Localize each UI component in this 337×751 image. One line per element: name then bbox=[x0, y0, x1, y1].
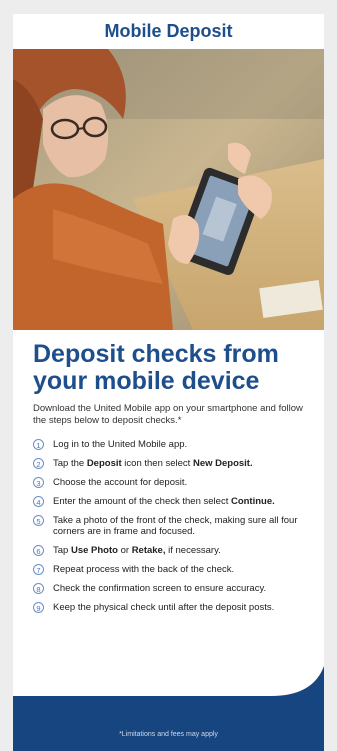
step-text-bold: Deposit bbox=[86, 458, 122, 469]
step-text-bold: Continue. bbox=[230, 496, 275, 507]
step-item: 7 Repeat process with the back of the che… bbox=[33, 564, 313, 575]
step-text: Repeat process with the back of the chec… bbox=[53, 564, 234, 575]
step-text-bold: Use Photo bbox=[70, 545, 118, 556]
hero-photo bbox=[13, 49, 324, 330]
step-item: 2 Tap the Deposit icon then select New De… bbox=[33, 458, 313, 469]
step-text: Tap the Deposit icon then select New Dep… bbox=[53, 458, 253, 469]
step-number: 3 bbox=[33, 477, 44, 488]
step-number: 4 bbox=[33, 496, 44, 507]
step-text-bold: New Deposit. bbox=[192, 458, 253, 469]
brochure-card: Mobile Deposit Deposit checks from your … bbox=[13, 14, 324, 751]
footer-wave bbox=[13, 666, 324, 751]
step-text-part: Log in to the United Mobile app. bbox=[53, 439, 188, 450]
step-number: 9 bbox=[33, 602, 44, 613]
step-text-part: Tap bbox=[53, 545, 71, 556]
step-text-part: or bbox=[117, 545, 132, 556]
step-item: 6 Tap Use Photo or Retake, if necessary. bbox=[33, 545, 313, 556]
step-item: 5 Take a photo of the front of the check,… bbox=[33, 515, 313, 537]
step-text-part: if necessary. bbox=[165, 545, 221, 556]
step-text: Check the confirmation screen to ensure … bbox=[53, 583, 266, 594]
page-title: Mobile Deposit bbox=[104, 21, 233, 41]
step-item: 3 Choose the account for deposit. bbox=[33, 477, 313, 488]
step-text-part: Choose the account for deposit. bbox=[53, 477, 188, 488]
intro-text: Download the United Mobile app on your s… bbox=[33, 403, 303, 426]
step-text-part: Take a photo of the front of the check, … bbox=[53, 515, 298, 537]
step-text-part: Repeat process with the back of the chec… bbox=[53, 564, 235, 575]
step-text-bold: Retake, bbox=[131, 545, 166, 556]
step-text-part: icon then select bbox=[121, 458, 193, 469]
step-text: Log in to the United Mobile app. bbox=[53, 439, 187, 450]
step-number: 6 bbox=[33, 545, 44, 556]
steps-list: 1 Log in to the United Mobile app. 2 Tap th… bbox=[33, 439, 313, 613]
step-number: 7 bbox=[33, 564, 44, 575]
step-number: 1 bbox=[33, 439, 44, 450]
step-text-part: Tap the bbox=[53, 458, 87, 469]
step-number: 8 bbox=[33, 583, 44, 594]
step-number: 2 bbox=[33, 458, 44, 469]
step-text-part: Check the confirmation screen to ensure … bbox=[53, 583, 267, 594]
main-content: Deposit checks from your mobile device D… bbox=[33, 341, 313, 621]
step-text-part: Enter the amount of the check then selec… bbox=[53, 496, 231, 507]
footer: *Limitations and fees may apply bbox=[13, 666, 324, 751]
step-item: 4 Enter the amount of the check then sele… bbox=[33, 496, 313, 507]
step-item: 8 Check the confirmation screen to ensure… bbox=[33, 583, 313, 594]
step-item: 1 Log in to the United Mobile app. bbox=[33, 439, 313, 450]
footer-note: *Limitations and fees may apply bbox=[119, 731, 218, 738]
step-text: Enter the amount of the check then selec… bbox=[53, 496, 275, 507]
step-item: 9 Keep the physical check until after the… bbox=[33, 602, 313, 613]
headline: Deposit checks from your mobile device bbox=[33, 340, 279, 395]
step-number: 5 bbox=[33, 515, 44, 526]
step-text: Take a photo of the front of the check, … bbox=[53, 515, 313, 537]
step-text: Choose the account for deposit. bbox=[53, 477, 187, 488]
step-text: Tap Use Photo or Retake, if necessary. bbox=[53, 545, 221, 556]
step-text-part: Keep the physical check until after the … bbox=[53, 602, 275, 613]
step-text: Keep the physical check until after the … bbox=[53, 602, 274, 613]
